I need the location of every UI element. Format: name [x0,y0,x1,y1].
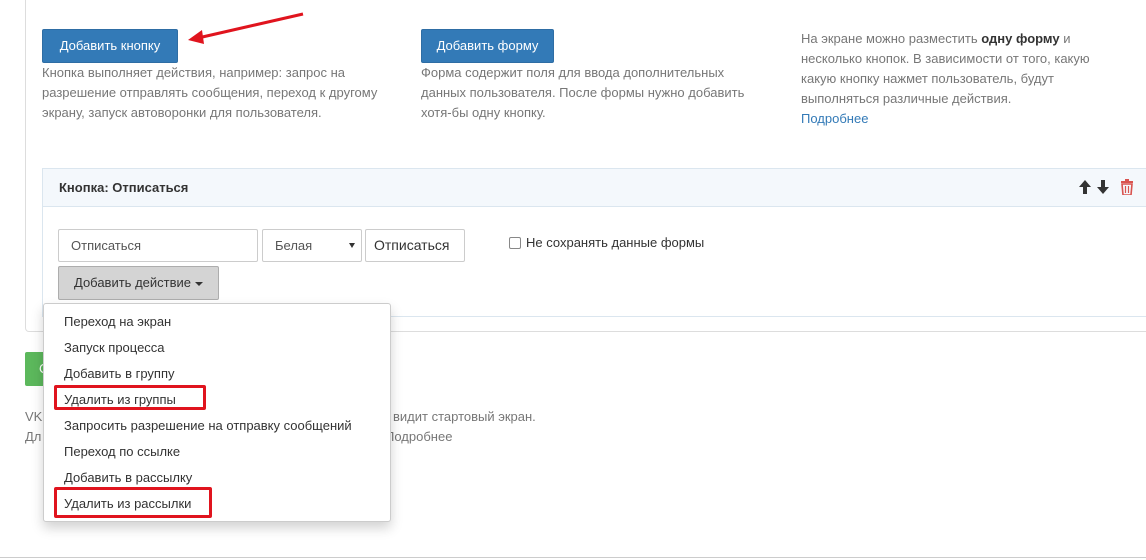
info-text: На экране можно разместить одну форму и … [801,29,1121,129]
caret-down-icon [195,281,203,286]
no-save-form-checkbox[interactable] [509,236,521,249]
more-info-link[interactable]: Подробнее [801,111,868,126]
info-text-bold: одну форму [981,31,1060,46]
panel-title: Кнопка: Отписаться [59,180,189,195]
annotation-arrow-icon [188,12,304,44]
annotation-highlight-remove-from-mailing [54,487,212,518]
add-button-button[interactable]: Добавить кнопку [42,29,178,63]
menu-item-request-messages-permission[interactable]: Запросить разрешение на отправку сообщен… [44,413,390,439]
bottom-text-line2-left: Дл [25,429,42,444]
add-form-description: Форма содержит поля для ввода дополнител… [421,65,745,120]
no-save-form-checkbox-row[interactable]: Не сохранять данные формы [509,235,704,250]
divider [0,557,1146,558]
add-form-button[interactable]: Добавить форму [421,29,554,63]
info-text-part: На экране можно разместить [801,31,982,46]
trash-icon[interactable] [1120,179,1134,195]
caret-down-icon [349,243,355,248]
button-color-value: Белая [275,238,313,253]
no-save-form-label: Не сохранять данные формы [526,235,705,250]
button-preview[interactable]: Отписаться [365,229,465,262]
save-button[interactable]: С [25,352,48,386]
button-name-input[interactable]: Отписаться [58,229,258,262]
panel-header: Кнопка: Отписаться [43,169,1146,207]
button-color-select[interactable]: Белая [262,229,362,262]
menu-item-add-to-group[interactable]: Добавить в группу [44,361,390,387]
add-button-description: Кнопка выполняет действия, например: зап… [42,65,378,120]
add-action-label: Добавить действие [74,275,191,290]
bottom-text-line1-left: VK [25,409,43,424]
menu-item-follow-link[interactable]: Переход по ссылке [44,439,390,465]
bottom-more-link[interactable]: Подробнее [385,427,452,447]
arrow-down-icon[interactable] [1096,179,1110,195]
add-action-dropdown-button[interactable]: Добавить действие [58,266,219,300]
arrow-up-icon[interactable] [1078,179,1092,195]
bottom-text-line1-right: видит стартовый экран. [393,409,536,424]
menu-item-start-process[interactable]: Запуск процесса [44,335,390,361]
annotation-highlight-remove-from-group [54,385,206,410]
menu-item-go-to-screen[interactable]: Переход на экран [44,309,390,335]
